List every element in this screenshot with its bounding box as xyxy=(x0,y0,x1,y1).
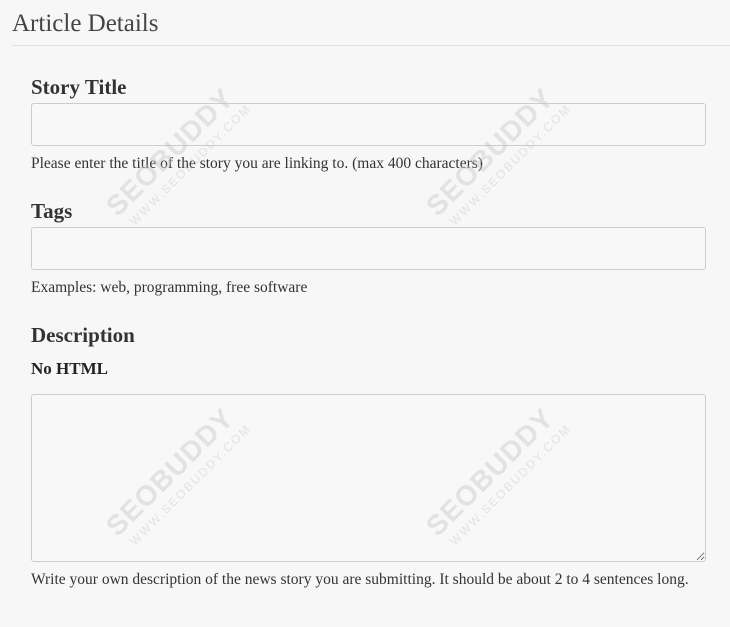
title-divider xyxy=(12,45,730,46)
description-label: Description xyxy=(31,323,135,347)
story-title-help: Please enter the title of the story you … xyxy=(31,155,483,172)
tags-input[interactable] xyxy=(31,227,706,270)
page-title: Article Details xyxy=(12,10,159,37)
tags-help: Examples: web, programming, free softwar… xyxy=(31,279,308,296)
tags-label: Tags xyxy=(31,199,73,223)
watermark-brand: SEOBUDDY xyxy=(100,82,240,222)
description-no-html-note: No HTML xyxy=(31,359,108,378)
story-title-label: Story Title xyxy=(31,75,127,99)
description-help: Write your own description of the news s… xyxy=(31,571,689,588)
story-title-input[interactable] xyxy=(31,103,706,146)
description-textarea[interactable] xyxy=(31,394,706,562)
watermark-brand: SEOBUDDY xyxy=(420,82,560,222)
